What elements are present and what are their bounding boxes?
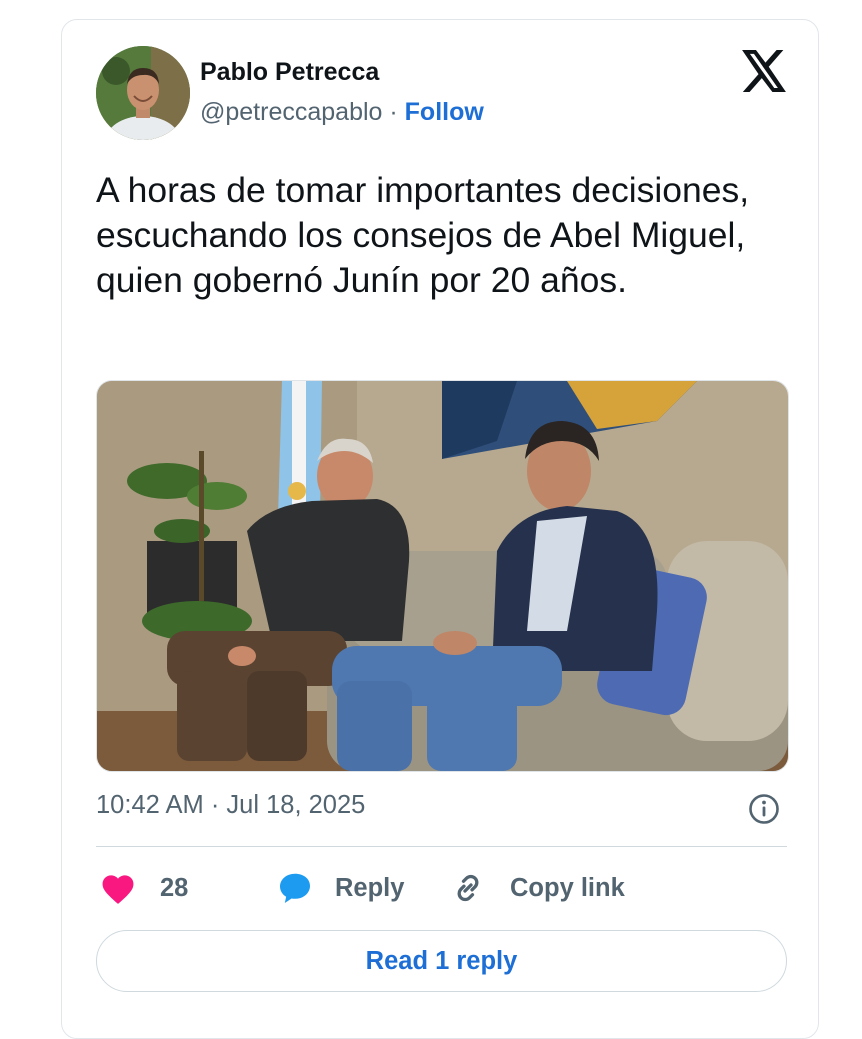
tweet-photo[interactable] [96, 380, 789, 772]
link-icon [450, 870, 486, 906]
action-bar: 28 Reply Copy link [96, 865, 787, 911]
x-logo-icon[interactable] [742, 50, 786, 92]
copy-link-label: Copy link [510, 873, 625, 902]
avatar-portrait [96, 46, 190, 140]
like-button[interactable]: 28 [100, 865, 188, 911]
speech-bubble-icon [277, 870, 313, 906]
author-avatar[interactable] [96, 46, 190, 140]
photo-scene [97, 381, 788, 771]
author-handle-row: @petreccapablo · Follow [200, 98, 484, 127]
author-handle[interactable]: @petreccapablo [200, 98, 382, 126]
author-name[interactable]: Pablo Petrecca [200, 58, 379, 87]
tweet-card: Pablo Petrecca @petreccapablo · Follow A… [61, 19, 819, 1039]
follow-link[interactable]: Follow [405, 98, 484, 126]
copy-link-button[interactable]: Copy link [450, 865, 625, 911]
reply-label: Reply [335, 873, 405, 902]
reply-button[interactable]: Reply [277, 865, 404, 911]
tweet-text: A horas de tomar importantes decisiones,… [96, 170, 750, 300]
like-count: 28 [160, 873, 189, 902]
info-icon[interactable] [748, 793, 780, 825]
handle-separator: · [382, 98, 405, 126]
divider [96, 846, 787, 847]
tweet-timestamp[interactable]: 10:42 AM · Jul 18, 2025 [96, 791, 365, 820]
read-replies-button[interactable]: Read 1 reply [96, 930, 787, 992]
heart-icon [100, 871, 136, 905]
